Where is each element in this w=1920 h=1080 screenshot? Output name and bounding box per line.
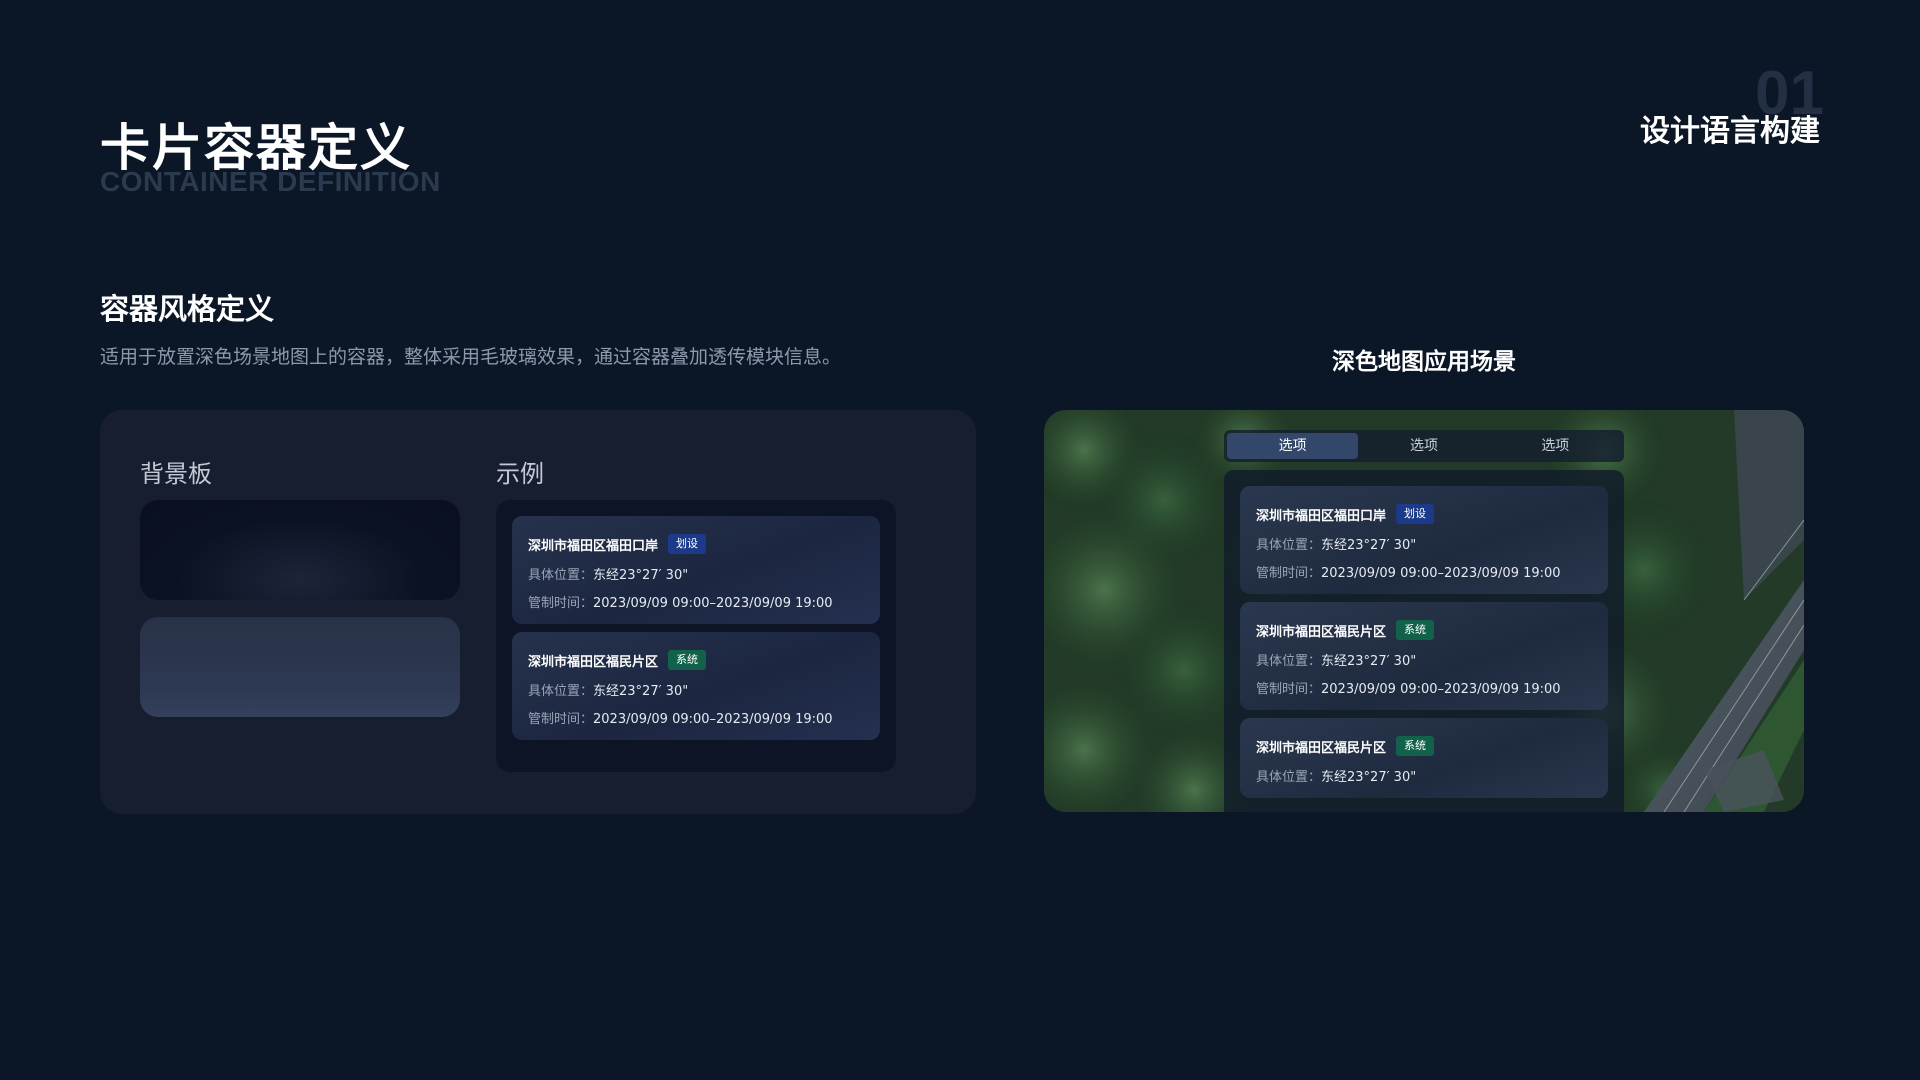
card-location: 具体位置：东经23°27′ 30": [528, 568, 864, 584]
location-value: 东经23°27′ 30": [593, 568, 689, 583]
card-time: 管制时间：2023/09/09 09:00–2023/09/09 19:00: [1256, 682, 1592, 698]
tab-option-1[interactable]: 选项: [1227, 433, 1359, 459]
time-key: 管制时间：: [528, 712, 594, 727]
time-value: 2023/09/09 09:00–2023/09/09 19:00: [593, 596, 833, 611]
location-value: 东经23°27′ 30": [593, 684, 689, 699]
card-tag: 系统: [668, 650, 707, 670]
location-value: 东经23°27′ 30": [1321, 654, 1417, 669]
demo-panel: 背景板 示例 深圳市福田区福田口岸 划设 具体位置：东经23°27′ 30" 管…: [100, 410, 976, 814]
card-tag: 系统: [1396, 620, 1435, 640]
card-location: 具体位置：东经23°27′ 30": [528, 684, 864, 700]
scene-overlay: 选项 选项 选项 深圳市福田区福田口岸 划设 具体位置：东经23°27′ 30"…: [1224, 430, 1624, 812]
location-value: 东经23°27′ 30": [1321, 538, 1417, 553]
example-container: 深圳市福田区福田口岸 划设 具体位置：东经23°27′ 30" 管制时间：202…: [496, 500, 896, 772]
info-card[interactable]: 深圳市福田区福民片区 系统 具体位置：东经23°27′ 30" 管制时间：202…: [1240, 602, 1608, 710]
card-tag: 系统: [1396, 736, 1435, 756]
time-key: 管制时间：: [528, 596, 594, 611]
location-key: 具体位置：: [1256, 770, 1322, 785]
card-title: 深圳市福田区福民片区: [1256, 740, 1387, 756]
dark-map-scene: 选项 选项 选项 深圳市福田区福田口岸 划设 具体位置：东经23°27′ 30"…: [1044, 410, 1804, 812]
section-description: 适用于放置深色场景地图上的容器，整体采用毛玻璃效果，通过容器叠加透传模块信息。: [100, 346, 842, 368]
time-key: 管制时间：: [1256, 682, 1322, 697]
time-value: 2023/09/09 09:00–2023/09/09 19:00: [1321, 682, 1561, 697]
background-board-label: 背景板: [140, 460, 212, 488]
tab-bar: 选项 选项 选项: [1224, 430, 1624, 462]
card-title: 深圳市福田区福田口岸: [1256, 508, 1387, 524]
card-time: 管制时间：2023/09/09 09:00–2023/09/09 19:00: [528, 712, 864, 728]
example-label: 示例: [496, 460, 544, 488]
card-tag: 划设: [1396, 504, 1435, 524]
scene-title: 深色地图应用场景: [1332, 349, 1516, 375]
tab-option-2[interactable]: 选项: [1358, 433, 1489, 459]
time-value: 2023/09/09 09:00–2023/09/09 19:00: [1321, 566, 1561, 581]
location-key: 具体位置：: [1256, 654, 1322, 669]
tab-option-3[interactable]: 选项: [1490, 433, 1621, 459]
card-tag: 划设: [668, 534, 707, 554]
card-title: 深圳市福田区福民片区: [528, 654, 659, 670]
card-location: 具体位置：东经23°27′ 30": [1256, 538, 1592, 554]
info-card[interactable]: 深圳市福田区福民片区 系统 具体位置：东经23°27′ 30" 管制时间：202…: [512, 632, 880, 740]
page-subtitle-en: CONTAINER DEFINITION: [100, 166, 441, 197]
location-key: 具体位置：: [1256, 538, 1322, 553]
time-value: 2023/09/09 09:00–2023/09/09 19:00: [593, 712, 833, 727]
card-location: 具体位置：东经23°27′ 30": [1256, 654, 1592, 670]
card-time: 管制时间：2023/09/09 09:00–2023/09/09 19:00: [1256, 566, 1592, 582]
card-title: 深圳市福田区福田口岸: [528, 538, 659, 554]
section-title: 容器风格定义: [100, 292, 275, 326]
info-card[interactable]: 深圳市福田区福田口岸 划设 具体位置：东经23°27′ 30" 管制时间：202…: [512, 516, 880, 624]
chapter-title: 设计语言构建: [1640, 114, 1820, 149]
info-card[interactable]: 深圳市福田区福田口岸 划设 具体位置：东经23°27′ 30" 管制时间：202…: [1240, 486, 1608, 594]
location-value: 东经23°27′ 30": [1321, 770, 1417, 785]
background-board-dark: [140, 500, 460, 600]
card-title: 深圳市福田区福民片区: [1256, 624, 1387, 640]
card-location: 具体位置：东经23°27′ 30": [1256, 770, 1592, 786]
info-card[interactable]: 深圳市福田区福民片区 系统 具体位置：东经23°27′ 30": [1240, 718, 1608, 798]
scene-card-list: 深圳市福田区福田口岸 划设 具体位置：东经23°27′ 30" 管制时间：202…: [1224, 470, 1624, 812]
background-board-light: [140, 617, 460, 717]
time-key: 管制时间：: [1256, 566, 1322, 581]
location-key: 具体位置：: [528, 568, 594, 583]
card-time: 管制时间：2023/09/09 09:00–2023/09/09 19:00: [528, 596, 864, 612]
location-key: 具体位置：: [528, 684, 594, 699]
